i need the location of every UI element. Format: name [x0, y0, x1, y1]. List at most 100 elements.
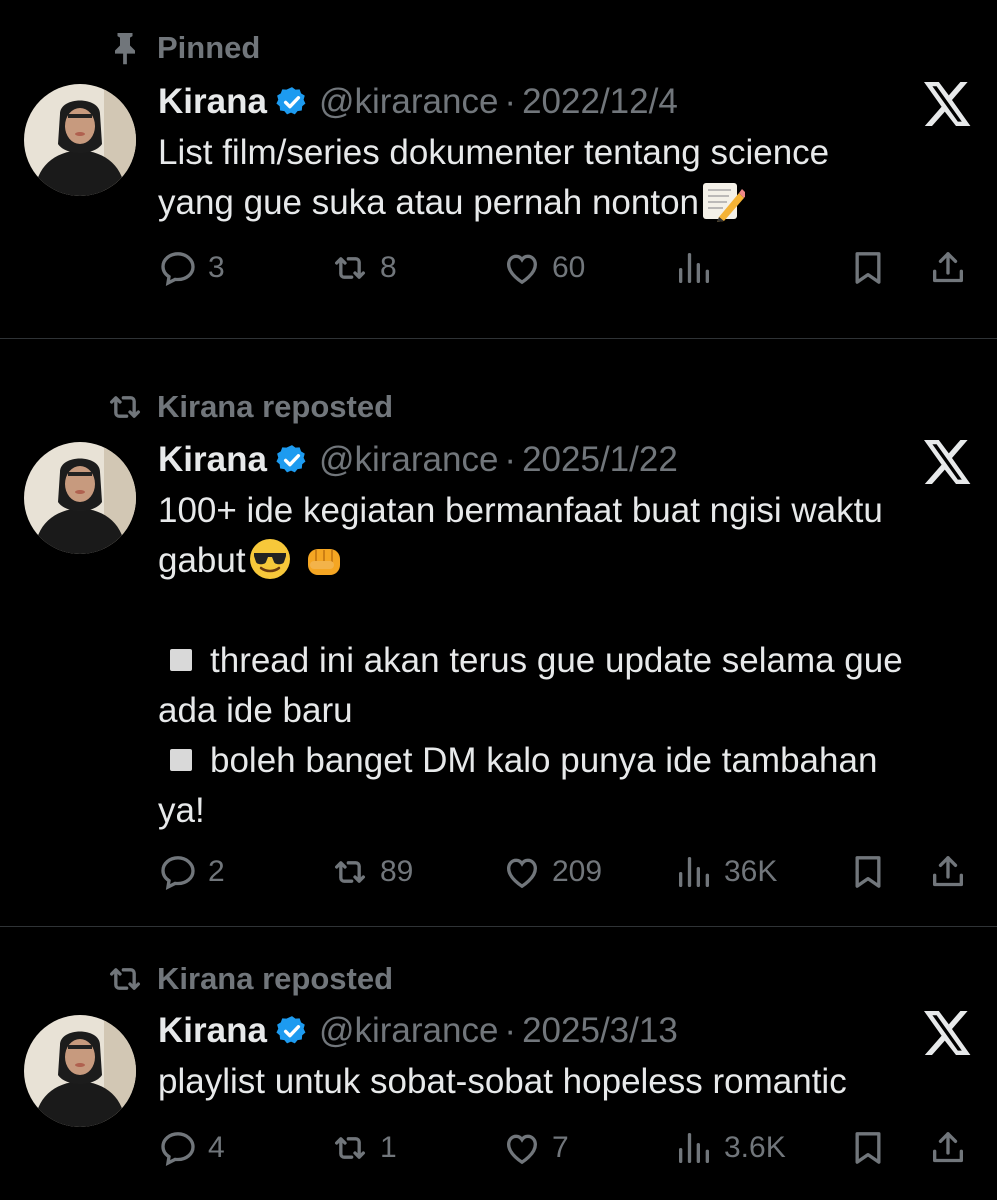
tweet-text-line: boleh banget DM kalo punya ide tambahan — [158, 736, 978, 786]
bookmark-icon — [848, 248, 888, 288]
reply-count: 4 — [208, 1131, 225, 1164]
separator-dot: · — [504, 440, 517, 479]
pin-icon — [105, 28, 145, 68]
tweet-text-line: ada ide baru — [158, 691, 353, 730]
tweet-text-line: yang gue suka atau pernah nonton — [158, 178, 978, 228]
like-button[interactable]: 209 — [502, 847, 602, 897]
views-icon — [674, 248, 714, 288]
tweet-text-line: ya! — [158, 791, 205, 830]
separator-dot: · — [504, 82, 517, 121]
tweet-text-line: playlist untuk sobat-sobat hopeless roma… — [158, 1062, 847, 1101]
like-button[interactable]: 7 — [502, 1123, 569, 1173]
tweet-context-reposted: Kirana reposted — [105, 387, 393, 427]
separator-dot: · — [504, 1011, 517, 1050]
context-label: Pinned — [157, 30, 261, 65]
heart-icon — [502, 852, 542, 892]
share-icon — [928, 1128, 968, 1168]
x-logo-icon — [924, 82, 972, 126]
memo-emoji-icon — [703, 182, 745, 222]
repost-count: 8 — [380, 251, 397, 284]
x-logo-icon — [924, 1011, 972, 1055]
repost-icon — [330, 248, 370, 288]
bookmark-button[interactable] — [848, 1123, 888, 1173]
views-icon — [674, 852, 714, 892]
tweet-pinned[interactable]: Pinned Kirana @kirarance · 2022/12/4 Lis… — [0, 0, 997, 340]
avatar[interactable] — [24, 84, 136, 196]
bookmark-button[interactable] — [848, 243, 888, 293]
tweet-text-line — [158, 586, 978, 636]
repost-button[interactable]: 1 — [330, 1123, 397, 1173]
repost-icon — [105, 387, 145, 427]
views-button[interactable] — [674, 243, 714, 293]
tweet-text: List film/series dokumenter tentang scie… — [158, 128, 978, 228]
repost-count: 1 — [380, 1131, 397, 1164]
verified-badge-icon — [275, 443, 309, 477]
heart-icon — [502, 248, 542, 288]
tweet-text-line: thread ini akan terus gue update selama … — [158, 636, 978, 686]
reply-button[interactable]: 2 — [158, 847, 225, 897]
tweet-context-pinned: Pinned — [105, 28, 260, 68]
like-count: 7 — [552, 1131, 569, 1164]
repost-button[interactable]: 89 — [330, 847, 413, 897]
context-label[interactable]: Kirana reposted — [157, 961, 393, 997]
reply-count: 2 — [208, 855, 225, 888]
reply-icon — [158, 248, 198, 288]
tweet-text-line: List film/series dokumenter tentang scie… — [158, 133, 830, 172]
bookmark-icon — [848, 1128, 888, 1168]
share-button[interactable] — [928, 1123, 968, 1173]
like-count: 209 — [552, 855, 603, 888]
author-name[interactable]: Kirana — [158, 82, 267, 122]
x-logo-icon — [924, 440, 972, 484]
tweet-header: Kirana @kirarance · 2025/3/13 — [158, 1009, 678, 1053]
bullet-square-icon — [170, 748, 192, 771]
avatar[interactable] — [24, 442, 136, 554]
share-button[interactable] — [928, 847, 968, 897]
tweet-divider — [0, 338, 997, 339]
tweet-text: 100+ ide kegiatan bermanfaat buat ngisi … — [158, 486, 978, 836]
repost-icon — [105, 959, 145, 999]
reply-button[interactable]: 3 — [158, 243, 225, 293]
author-handle[interactable]: @kirarance — [319, 82, 498, 122]
view-count: 3.6K — [724, 1131, 786, 1164]
tweet-text-line: 100+ ide kegiatan bermanfaat buat ngisi … — [158, 491, 883, 530]
share-icon — [928, 852, 968, 892]
repost-icon — [330, 852, 370, 892]
like-count: 60 — [552, 251, 586, 284]
repost-count: 89 — [380, 855, 414, 888]
tweet-date[interactable]: 2025/3/13 — [522, 1011, 678, 1051]
tweet-header: Kirana @kirarance · 2025/1/22 — [158, 438, 678, 482]
avatar[interactable] — [24, 1015, 136, 1127]
bullet-square-icon — [170, 648, 192, 671]
reply-button[interactable]: 4 — [158, 1123, 225, 1173]
tweet-date[interactable]: 2025/1/22 — [522, 440, 678, 480]
views-button[interactable]: 3.6K — [674, 1123, 786, 1173]
verified-badge-icon — [275, 1014, 309, 1048]
reply-count: 3 — [208, 251, 225, 284]
author-handle[interactable]: @kirarance — [319, 1011, 498, 1051]
repost-button[interactable]: 8 — [330, 243, 397, 293]
tweet-context-reposted: Kirana reposted — [105, 959, 393, 999]
share-button[interactable] — [928, 243, 968, 293]
context-label[interactable]: Kirana reposted — [157, 389, 393, 425]
views-icon — [674, 1128, 714, 1168]
bookmark-icon — [848, 852, 888, 892]
author-name[interactable]: Kirana — [158, 440, 267, 480]
author-handle[interactable]: @kirarance — [319, 440, 498, 480]
tweet-text-line: gabut — [158, 536, 978, 586]
tweet-repost[interactable]: Kirana reposted Kirana @kirarance · 2025… — [0, 340, 997, 926]
heart-icon — [502, 1128, 542, 1168]
like-button[interactable]: 60 — [502, 243, 585, 293]
tweet-repost[interactable]: Kirana reposted Kirana @kirarance · 2025… — [0, 927, 997, 1200]
sunglasses-emoji-icon — [249, 538, 290, 579]
bookmark-button[interactable] — [848, 847, 888, 897]
repost-icon — [330, 1128, 370, 1168]
tweet-text: playlist untuk sobat-sobat hopeless roma… — [158, 1057, 978, 1107]
reply-icon — [158, 1128, 198, 1168]
verified-badge-icon — [275, 85, 309, 119]
reply-icon — [158, 852, 198, 892]
tweet-date[interactable]: 2022/12/4 — [522, 82, 678, 122]
tweet-header: Kirana @kirarance · 2022/12/4 — [158, 80, 678, 124]
views-button[interactable]: 36K — [674, 847, 777, 897]
author-name[interactable]: Kirana — [158, 1011, 267, 1051]
tweet-actions: 3 8 60 — [158, 243, 978, 293]
